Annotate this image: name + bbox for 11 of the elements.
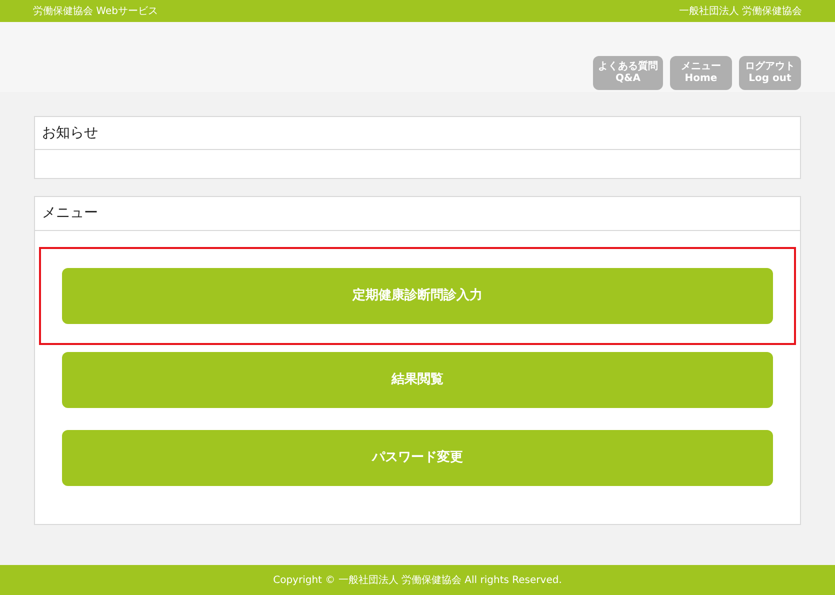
copyright: Copyright © 一般社団法人 労働保健協会 All rights Reserved.	[273, 574, 562, 588]
panel-title: お知らせ	[42, 124, 98, 142]
menu-button[interactable]: パスワード変更	[62, 430, 773, 486]
site-name: 労働保健協会 Webサービス	[33, 4, 158, 18]
organization-name: 一般社団法人 労働保健協会	[678, 4, 802, 18]
header-button[interactable]: よくある質問 Q&A	[593, 56, 663, 90]
panel-title: メニュー	[42, 204, 98, 223]
header-button[interactable]: メニュー Home	[670, 56, 732, 90]
header-button[interactable]: ログアウト Log out	[739, 56, 801, 90]
menu-button[interactable]: 定期健康診断問診入力	[62, 268, 773, 324]
menu-button[interactable]: 結果閲覧	[62, 352, 773, 408]
